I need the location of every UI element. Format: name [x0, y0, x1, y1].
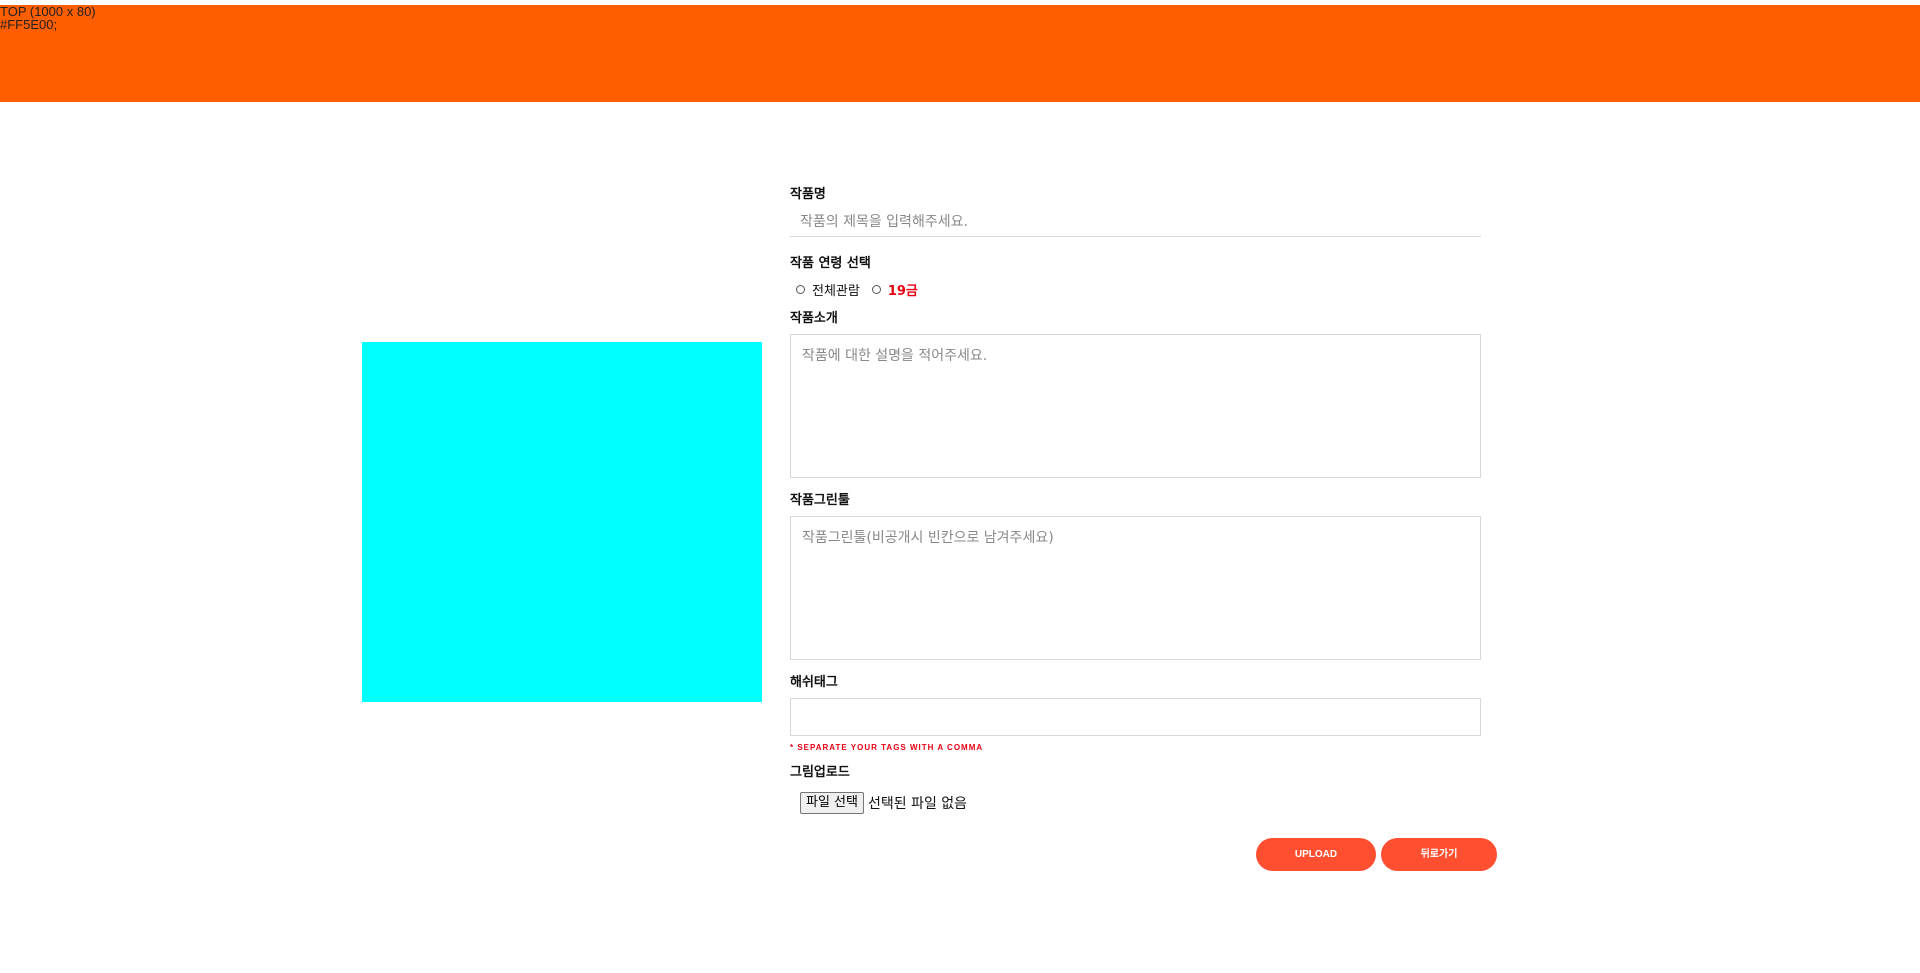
file-picker: 파일 선택 선택된 파일 없음: [800, 792, 967, 814]
back-button[interactable]: 뒤로가기: [1381, 838, 1497, 871]
age-rating-label: 작품 연령 선택: [790, 256, 871, 271]
age-19-label[interactable]: 19금: [888, 280, 918, 299]
upload-button[interactable]: UPLOAD: [1256, 838, 1376, 871]
age-all-radio[interactable]: [796, 284, 805, 294]
intro-label: 작품소개: [790, 311, 838, 326]
file-status-text: 선택된 파일 없음: [867, 796, 968, 812]
hashtag-hint: * SEPARATE YOUR TAGS WITH A COMMA: [790, 743, 984, 752]
title-input[interactable]: [790, 207, 1481, 237]
hashtag-input[interactable]: [790, 698, 1481, 736]
file-select-button[interactable]: 파일 선택: [800, 792, 864, 814]
age-rating-options: 전체관람 19금: [796, 280, 930, 299]
intro-textarea[interactable]: [790, 334, 1481, 478]
age-19-radio[interactable]: [871, 284, 881, 294]
top-banner-color-text: #FF5E00;: [0, 17, 58, 32]
title-label: 작품명: [790, 187, 826, 202]
age-all-label[interactable]: 전체관람: [812, 280, 860, 299]
hashtag-label: 해쉬태그: [790, 675, 838, 690]
tools-label: 작품그린툴: [790, 493, 850, 508]
artwork-preview: [362, 342, 762, 702]
top-banner: [0, 5, 1920, 102]
image-upload-label: 그림업로드: [790, 765, 850, 780]
top-banner-label: TOP (1000 x 80) #FF5E00;: [0, 5, 96, 31]
tools-textarea[interactable]: [790, 516, 1481, 660]
